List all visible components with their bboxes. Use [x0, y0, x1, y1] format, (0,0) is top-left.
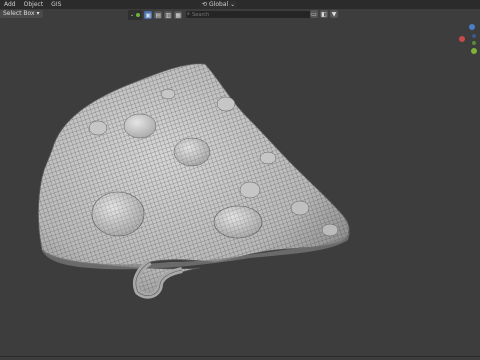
- cheese-bump: [290, 200, 310, 216]
- cheese-bump: [259, 151, 277, 165]
- cheese-bump: [216, 96, 236, 112]
- cheese-bump: [321, 223, 339, 237]
- pizza-slice-mesh[interactable]: [0, 0, 480, 360]
- cheese-bump: [239, 181, 261, 199]
- status-divider: [0, 356, 480, 357]
- cheese-bump: [160, 88, 176, 100]
- cheese-bump: [123, 113, 157, 139]
- cheese-bump: [88, 120, 108, 136]
- mesh-wireframe: [38, 63, 350, 295]
